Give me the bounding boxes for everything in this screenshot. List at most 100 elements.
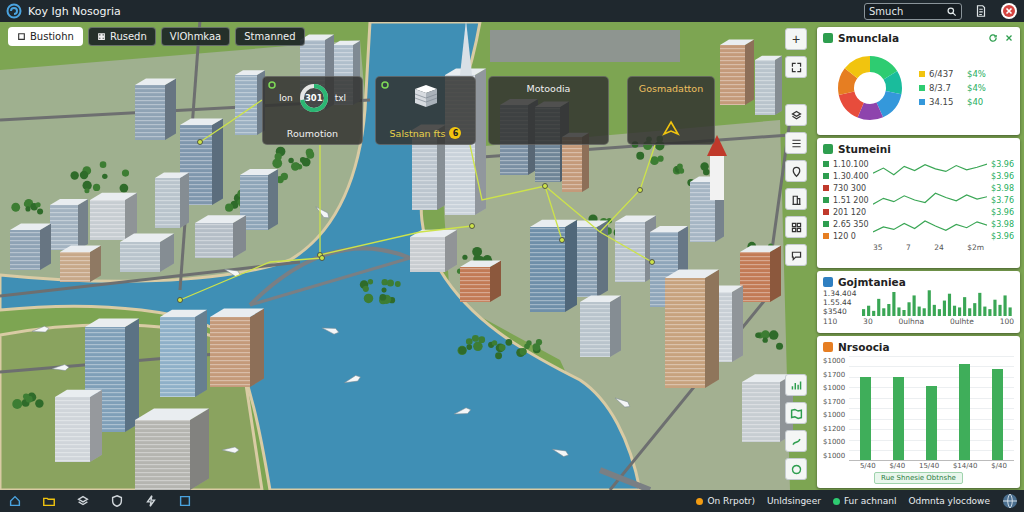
tool-group [785,374,807,480]
building[interactable] [210,309,264,387]
axis-tick: 0ulhna [898,317,924,326]
legend-value: $40 [967,97,983,107]
route-node[interactable] [178,298,183,303]
circle-button[interactable] [785,458,807,480]
building-button[interactable] [785,188,807,210]
chart-bar[interactable] [992,369,1003,460]
building[interactable] [10,223,51,270]
chart-bar[interactable] [860,377,871,460]
shield-icon[interactable] [110,494,124,508]
map-card[interactable]: Gosmadatton [627,76,715,145]
chat-button[interactable] [785,244,807,266]
donut-segment[interactable] [846,64,894,112]
analytics-panel: Smunclala6/437$4%8/3.7$4%34.15$40Stumein… [817,27,1020,488]
building[interactable] [530,220,577,312]
building[interactable] [155,173,189,228]
route-node[interactable] [638,188,643,193]
map-card[interactable]: Motoodia [488,76,609,145]
building[interactable] [460,260,501,302]
map-button[interactable] [785,402,807,424]
tree [679,168,685,174]
row-swatch [823,161,829,167]
tree [466,344,472,350]
building[interactable] [410,230,457,272]
bolt-icon[interactable] [144,494,158,508]
view-chip[interactable]: VlOhmkaa [161,27,230,46]
route-node[interactable] [560,238,565,243]
tree [93,184,100,191]
status-item[interactable]: Unldsingeer [767,496,821,506]
parking-lot [490,30,680,62]
donut-segment[interactable] [846,64,894,112]
route-node[interactable] [198,140,203,145]
route-node[interactable] [320,256,325,261]
close-icon[interactable] [1004,33,1014,43]
tree [458,346,466,354]
chart-bar [888,304,891,316]
building[interactable] [90,193,137,240]
building[interactable] [740,245,781,302]
footer-button[interactable]: Rue Shnesie Obtnshe [874,472,963,484]
map-card[interactable]: Salstnan fts6 [375,76,476,145]
chart-button[interactable] [785,374,807,396]
view-chip[interactable]: Bustiohn [8,27,83,46]
status-item[interactable]: Fur achnanl [833,496,897,506]
chart-bar[interactable] [926,386,937,460]
route-node[interactable] [543,184,548,189]
magnifier-icon[interactable] [946,6,957,17]
status-item[interactable]: On Rrpotr) [696,496,755,506]
donut-segment[interactable] [846,64,894,112]
building[interactable] [120,234,174,272]
search-field[interactable]: Smuch [864,3,962,20]
square-icon[interactable] [178,494,192,508]
route-node[interactable] [650,260,655,265]
tree [306,151,314,159]
building[interactable] [160,310,207,397]
view-chip[interactable]: Rusedn [88,27,156,46]
building[interactable] [60,245,101,282]
chart-icon [790,379,803,392]
layers-icon[interactable] [76,494,90,508]
building[interactable] [615,215,656,282]
chart-line [873,164,987,175]
chat-icon [790,249,803,262]
chart-bar[interactable] [893,377,904,460]
building[interactable] [755,56,782,115]
building[interactable] [135,409,209,490]
view-chip[interactable]: Stmanned [235,27,304,46]
map-card[interactable]: Ion301txlRoumotion [262,76,363,145]
grid-button[interactable] [785,216,807,238]
revenue-chart: $1000$1700$1000$1700$1000$1200$1000$1000 [823,356,1014,461]
building[interactable] [50,199,88,250]
building[interactable] [720,40,754,105]
close-icon[interactable] [1000,2,1018,20]
building[interactable] [580,295,621,357]
donut-segment[interactable] [846,64,894,112]
status-item[interactable]: Odmnta ylocdowe [908,496,990,506]
tree [387,279,394,286]
row-value: $3.76 [991,194,1014,206]
expand-button[interactable] [785,56,807,78]
building[interactable] [55,390,102,462]
folder-icon[interactable] [42,494,56,508]
chart-bar[interactable] [959,364,970,460]
building[interactable] [665,270,719,388]
list-button[interactable] [785,132,807,154]
building[interactable] [135,78,176,140]
donut-segment[interactable] [846,64,894,112]
zoom-in-button[interactable]: + [785,28,807,50]
donut-segment[interactable] [846,64,894,112]
logo-icon[interactable] [6,3,22,19]
building[interactable] [195,215,246,258]
route-node[interactable] [470,224,475,229]
layers-button[interactable] [785,104,807,126]
building[interactable] [235,70,265,135]
donut-segment[interactable] [846,64,894,112]
globe-icon[interactable] [1002,493,1018,509]
pin-button[interactable] [785,160,807,182]
document-icon[interactable] [974,4,988,18]
route-button[interactable] [785,430,807,452]
refresh-icon[interactable] [988,33,998,43]
home-icon[interactable] [8,494,22,508]
line-chart [873,158,987,242]
